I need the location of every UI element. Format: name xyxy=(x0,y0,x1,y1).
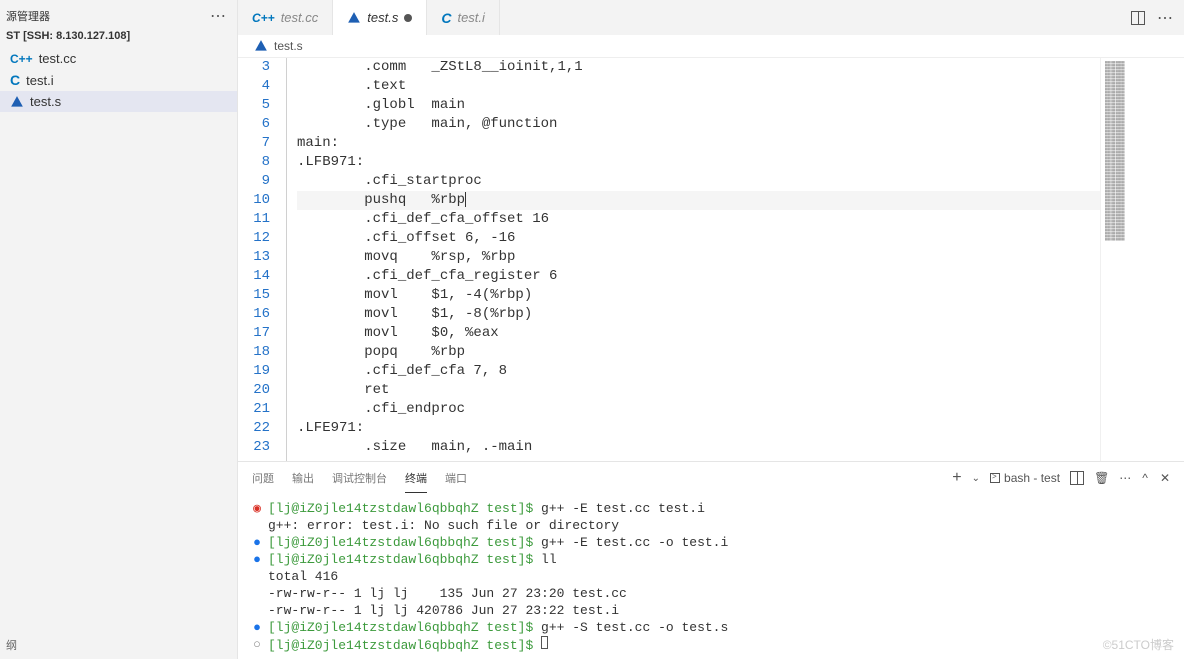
file-label: test.i xyxy=(26,73,53,88)
tab-test.i[interactable]: Ctest.i xyxy=(427,0,500,35)
code-line[interactable]: .size main, .-main xyxy=(297,438,1100,457)
code-line[interactable]: .comm _ZStL8__ioinit,1,1 xyxy=(297,58,1100,77)
minimap[interactable]: ████ ███ ██████████ ███ ██████████ ███ █… xyxy=(1100,58,1184,461)
breadcrumb[interactable]: test.s xyxy=(238,35,1184,58)
terminal-dropdown-icon[interactable]: ⌄ xyxy=(972,473,980,484)
split-editor-icon[interactable] xyxy=(1131,11,1145,25)
terminal-line: -rw-rw-r-- 1 lj lj 420786 Jun 27 23:22 t… xyxy=(252,602,1170,619)
code-line[interactable]: .cfi_def_cfa_offset 16 xyxy=(297,210,1100,229)
code-editor[interactable]: 34567891011121314151617181920212223 .com… xyxy=(238,58,1100,461)
bottom-panel: 问题输出调试控制台终端端口 + ⌄ bash - test ⋯ ^ ✕ ◉[lj… xyxy=(238,461,1184,659)
c-file-icon: C xyxy=(10,72,20,88)
code-line[interactable]: .LFE971: xyxy=(297,419,1100,438)
new-terminal-icon[interactable]: + xyxy=(952,469,961,487)
watermark: ©51CTO博客 xyxy=(1103,636,1174,653)
panel-tab-2[interactable]: 调试控制台 xyxy=(332,464,387,493)
remote-host-label[interactable]: ST [SSH: 8.130.127.108] xyxy=(0,28,237,48)
asm-file-icon xyxy=(254,39,268,53)
code-line[interactable]: .cfi_startproc xyxy=(297,172,1100,191)
split-terminal-icon[interactable] xyxy=(1070,471,1084,485)
code-line[interactable]: main: xyxy=(297,134,1100,153)
code-line[interactable]: .cfi_endproc xyxy=(297,400,1100,419)
panel-tab-3[interactable]: 终端 xyxy=(405,464,427,493)
code-line[interactable]: movl $1, -4(%rbp) xyxy=(297,286,1100,305)
cpp-file-icon: C++ xyxy=(10,52,33,66)
explorer-title: 源管理器 xyxy=(6,8,50,24)
tab-label: test.cc xyxy=(281,10,319,25)
terminal-name[interactable]: bash - test xyxy=(990,471,1060,485)
terminal-line: ○[lj@iZ0jle14tzstdawl6qbbqhZ test]$ xyxy=(252,636,1170,654)
terminal-line: -rw-rw-r-- 1 lj lj 135 Jun 27 23:20 test… xyxy=(252,585,1170,602)
explorer-sidebar: 源管理器 ⋯ ST [SSH: 8.130.127.108] C++ test.c… xyxy=(0,0,238,659)
tab-test.s[interactable]: test.s xyxy=(333,0,427,35)
tab-label: test.s xyxy=(367,10,398,25)
terminal-line: ●[lj@iZ0jle14tzstdawl6qbbqhZ test]$ ll xyxy=(252,551,1170,568)
shell-icon xyxy=(990,473,1000,483)
tab-test.cc[interactable]: C++ test.cc xyxy=(238,0,333,35)
code-line[interactable]: .text xyxy=(297,77,1100,96)
terminal-line: total 416 xyxy=(252,568,1170,585)
breadcrumb-label: test.s xyxy=(274,39,303,53)
code-line[interactable]: movl $1, -8(%rbp) xyxy=(297,305,1100,324)
code-line[interactable]: .cfi_offset 6, -16 xyxy=(297,229,1100,248)
file-item-test.cc[interactable]: C++ test.cc xyxy=(0,48,237,69)
tab-label: test.i xyxy=(457,10,484,25)
file-item-test.i[interactable]: Ctest.i xyxy=(0,69,237,91)
code-line[interactable]: movq %rsp, %rbp xyxy=(297,248,1100,267)
file-label: test.cc xyxy=(39,51,77,66)
code-line[interactable]: .type main, @function xyxy=(297,115,1100,134)
code-line[interactable]: .globl main xyxy=(297,96,1100,115)
terminal-output[interactable]: ◉[lj@iZ0jle14tzstdawl6qbbqhZ test]$ g++ … xyxy=(238,494,1184,659)
code-line[interactable]: popq %rbp xyxy=(297,343,1100,362)
code-line[interactable]: ret xyxy=(297,381,1100,400)
panel-tab-0[interactable]: 问题 xyxy=(252,464,274,493)
explorer-more-icon[interactable]: ⋯ xyxy=(210,6,227,26)
collapse-panel-icon[interactable]: ^ xyxy=(1142,471,1150,485)
editor-tabs: C++ test.cc test.s Ctest.i ⋯ xyxy=(238,0,1184,35)
code-line[interactable]: .cfi_def_cfa_register 6 xyxy=(297,267,1100,286)
terminal-line: ◉[lj@iZ0jle14tzstdawl6qbbqhZ test]$ g++ … xyxy=(252,500,1170,517)
code-line[interactable]: .cfi_def_cfa 7, 8 xyxy=(297,362,1100,381)
panel-tab-1[interactable]: 输出 xyxy=(292,464,314,493)
c-file-icon: C xyxy=(441,10,451,26)
modified-dot-icon xyxy=(404,14,412,22)
terminal-line: g++: error: test.i: No such file or dire… xyxy=(252,517,1170,534)
panel-more-icon[interactable]: ⋯ xyxy=(1119,471,1132,485)
kill-terminal-icon[interactable] xyxy=(1094,471,1109,485)
code-line[interactable]: pushq %rbp xyxy=(297,191,1100,210)
asm-file-icon xyxy=(10,95,24,109)
code-line[interactable]: movl $0, %eax xyxy=(297,324,1100,343)
panel-tab-4[interactable]: 端口 xyxy=(445,464,467,493)
terminal-line: ●[lj@iZ0jle14tzstdawl6qbbqhZ test]$ g++ … xyxy=(252,534,1170,551)
file-label: test.s xyxy=(30,94,61,109)
tabs-more-icon[interactable]: ⋯ xyxy=(1157,8,1174,28)
close-panel-icon[interactable]: ✕ xyxy=(1160,471,1170,485)
code-line[interactable]: .LFB971: xyxy=(297,153,1100,172)
outline-section[interactable]: 纲 xyxy=(0,631,237,659)
terminal-line: ●[lj@iZ0jle14tzstdawl6qbbqhZ test]$ g++ … xyxy=(252,619,1170,636)
asm-file-icon xyxy=(347,11,361,25)
file-item-test.s[interactable]: test.s xyxy=(0,91,237,112)
cpp-file-icon: C++ xyxy=(252,11,275,25)
